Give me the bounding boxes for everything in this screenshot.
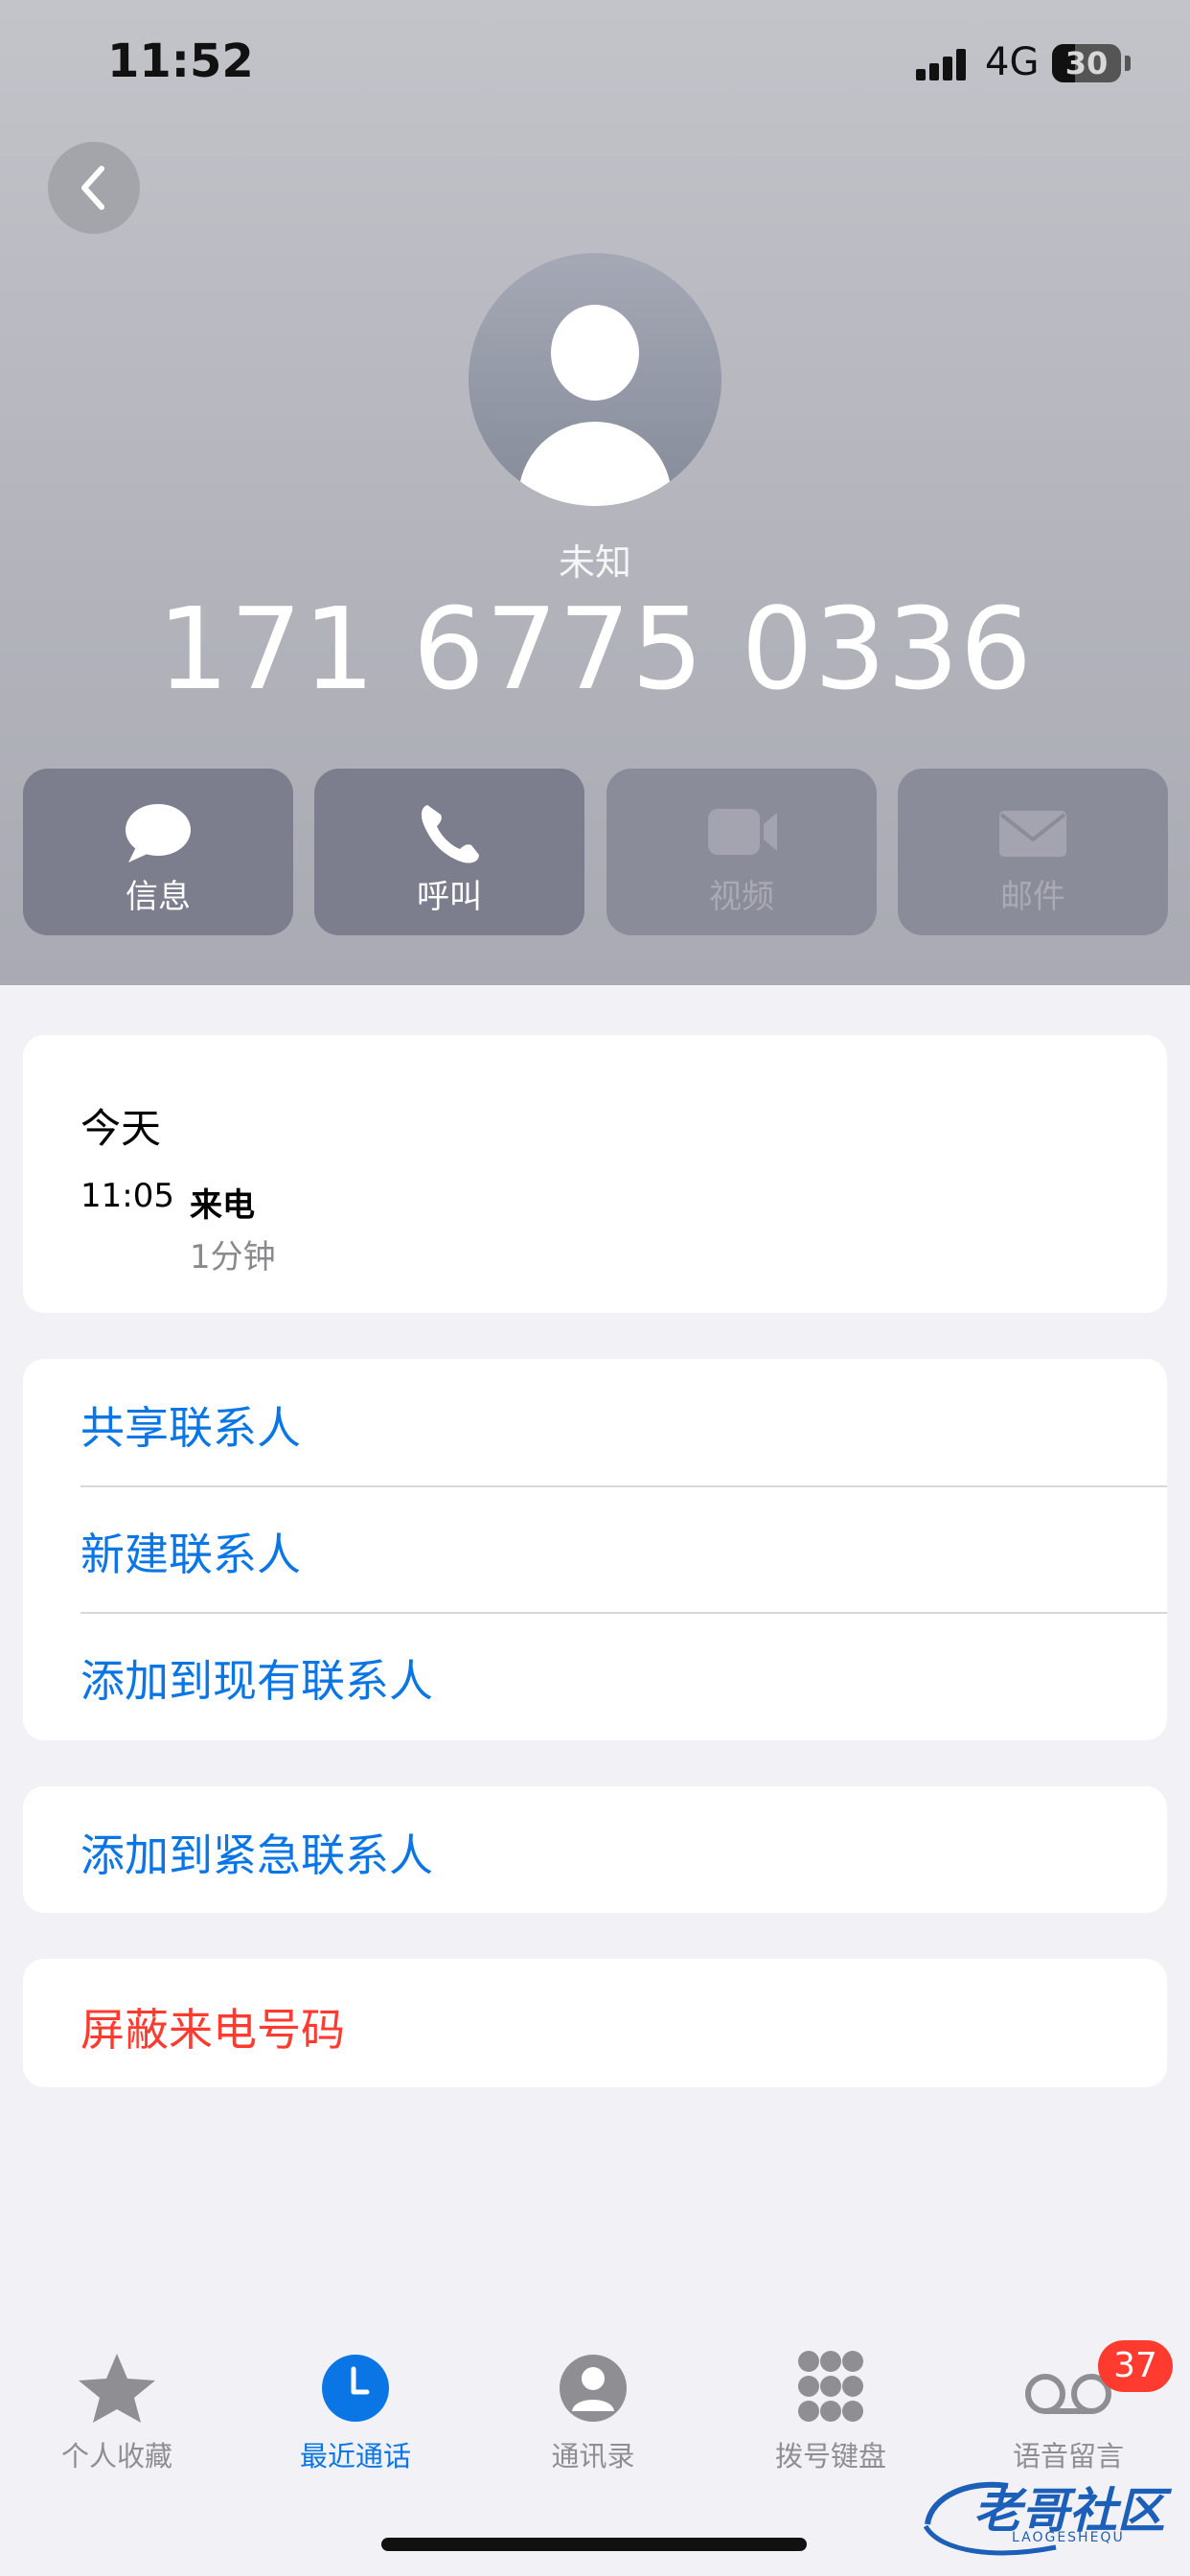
call-type: 来电 [190, 1186, 255, 1225]
video-button[interactable]: 视频 [606, 769, 877, 935]
divider [80, 1612, 1167, 1614]
cellular-signal-icon [916, 48, 970, 80]
tab-favorites-label: 个人收藏 [60, 2440, 172, 2472]
phone-icon [421, 805, 479, 863]
call-time: 11:05 [80, 1177, 174, 1215]
contact-label: 未知 [558, 541, 631, 584]
call-day: 今天 [80, 1105, 162, 1152]
contact-options-card: 共享联系人 新建联系人 添加到现有联系人 [23, 1359, 1167, 1740]
status-time: 11:52 [107, 34, 254, 88]
call-history-card: 今天 11:05 来电 1分钟 [23, 1035, 1167, 1313]
add-emergency-contact-button[interactable]: 添加到紧急联系人 [80, 1821, 433, 1884]
share-contact-button[interactable]: 共享联系人 [80, 1393, 301, 1457]
battery-icon: 30 [1052, 44, 1121, 82]
voicemail-badge: 37 [1098, 2340, 1173, 2392]
keypad-icon [798, 2351, 863, 2422]
call-duration: 1分钟 [190, 1238, 276, 1276]
block-caller-button[interactable]: 屏蔽来电号码 [80, 1995, 345, 2058]
call-label: 呼叫 [417, 878, 482, 916]
battery-level: 30 [1064, 45, 1109, 81]
message-button[interactable]: 信息 [23, 769, 293, 935]
phone-number: 171 6775 0336 [157, 583, 1033, 715]
message-bubble-icon [126, 804, 191, 862]
mail-button[interactable]: 邮件 [898, 769, 1168, 935]
back-button[interactable] [48, 142, 140, 234]
clock-icon [322, 2355, 389, 2422]
contact-header: 11:52 4G 30 未知 171 6775 0336 信息 呼叫 视频 邮件 [0, 0, 1190, 985]
video-label: 视频 [709, 878, 774, 916]
tab-recents-label: 最近通话 [299, 2440, 411, 2472]
star-icon [79, 2354, 155, 2423]
home-indicator[interactable] [381, 2538, 807, 2551]
tab-contacts[interactable]: 通讯录 [478, 2342, 708, 2476]
call-button[interactable]: 呼叫 [314, 769, 584, 935]
divider [80, 1485, 1167, 1487]
watermark-logo: 老哥社区 LAOGESHEQU [922, 2467, 1180, 2559]
chevron-left-icon [81, 166, 104, 210]
video-camera-icon [708, 809, 777, 855]
tab-recents[interactable]: 最近通话 [240, 2342, 470, 2476]
network-type: 4G [985, 40, 1040, 84]
tab-favorites[interactable]: 个人收藏 [2, 2342, 232, 2476]
tab-contacts-label: 通讯录 [551, 2440, 635, 2472]
block-card: 屏蔽来电号码 [23, 1959, 1167, 2087]
avatar [469, 253, 721, 506]
message-label: 信息 [126, 878, 191, 916]
tab-keypad-label: 拨号键盘 [774, 2440, 886, 2472]
new-contact-button[interactable]: 新建联系人 [80, 1520, 301, 1583]
emergency-card: 添加到紧急联系人 [23, 1786, 1167, 1913]
tab-keypad[interactable]: 拨号键盘 [716, 2342, 946, 2476]
add-existing-contact-button[interactable]: 添加到现有联系人 [80, 1646, 433, 1710]
envelope-icon [999, 811, 1066, 857]
battery-cap [1125, 56, 1131, 71]
watermark-subtext: LAOGESHEQU [1012, 2530, 1125, 2545]
person-circle-icon [560, 2355, 627, 2422]
mail-label: 邮件 [1000, 878, 1065, 916]
